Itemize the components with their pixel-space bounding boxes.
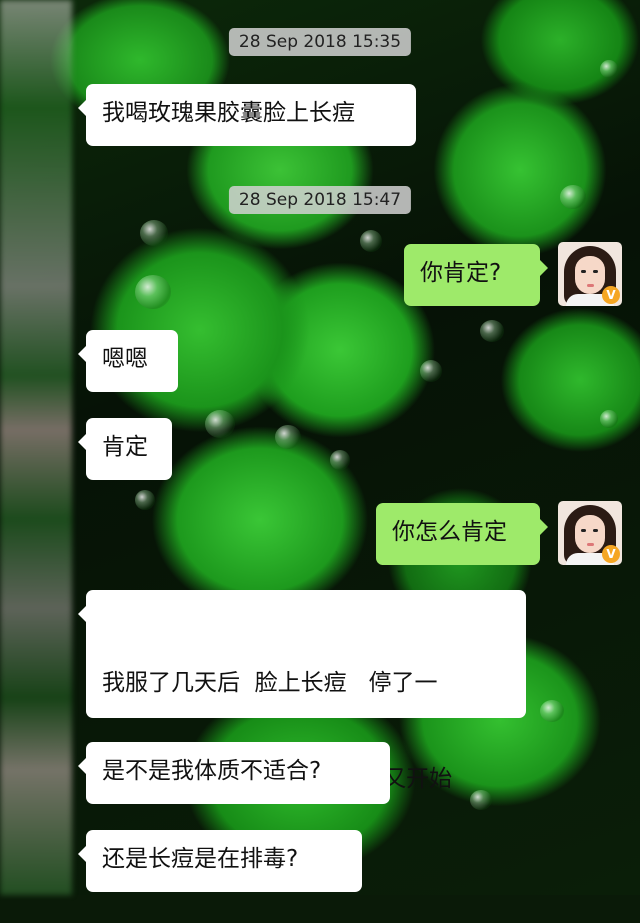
water-drop (140, 220, 168, 246)
message-text: 肯定 (102, 434, 148, 460)
message-text: 嗯嗯 (102, 346, 148, 372)
avatar-face (575, 256, 605, 294)
avatar-mouth (587, 284, 594, 287)
water-drop (600, 60, 618, 78)
message-bubble[interactable]: 你怎么肯定 (376, 503, 548, 565)
water-drop (600, 410, 618, 428)
water-drop (420, 360, 442, 382)
verified-badge-icon: V (602, 286, 620, 304)
message-bubble[interactable]: 我服了几天后 脸上长痘 停了一 段时间后 就好了 然后我又开始 喝 过了几天又开… (78, 590, 526, 888)
message-text-line: 我服了几天后 脸上长痘 停了一 (102, 670, 438, 696)
message-text: 是不是我体质不适合? (102, 758, 322, 784)
message-text: 还是长痘是在排毒? (102, 846, 299, 872)
avatar-eye (581, 270, 586, 273)
water-drop (540, 700, 564, 722)
self-avatar[interactable]: V (558, 501, 622, 565)
message-text: 你肯定? (420, 260, 502, 286)
avatar-eye (593, 270, 598, 273)
verified-badge-icon: V (602, 545, 620, 563)
avatar-eye (593, 529, 598, 532)
water-drop (560, 185, 586, 209)
water-drop (360, 230, 382, 252)
message-bubble[interactable]: 嗯嗯 (78, 330, 178, 392)
self-avatar[interactable]: V (558, 242, 622, 306)
water-drop (135, 275, 171, 309)
blurred-contact-avatars (0, 0, 72, 895)
water-drop (205, 410, 235, 438)
avatar-eye (581, 529, 586, 532)
message-bubble[interactable]: 肯定 (78, 418, 172, 480)
message-bubble[interactable]: 还是长痘是在排毒? (78, 830, 362, 892)
water-drop (135, 490, 155, 510)
water-drop (480, 320, 504, 342)
chat-timestamp: 28 Sep 2018 15:47 (228, 186, 412, 214)
message-bubble[interactable]: 是不是我体质不适合? (78, 742, 390, 804)
message-bubble[interactable]: 我喝玫瑰果胶囊脸上长痘 (78, 84, 416, 146)
message-bubble[interactable]: 你肯定? (404, 244, 548, 306)
avatar-face (575, 515, 605, 553)
avatar-mouth (587, 543, 594, 546)
water-drop (275, 425, 301, 449)
chat-timestamp: 28 Sep 2018 15:35 (228, 28, 412, 56)
message-text: 你怎么肯定 (392, 519, 507, 545)
water-drop (330, 450, 350, 470)
message-text: 我喝玫瑰果胶囊脸上长痘 (102, 100, 355, 126)
